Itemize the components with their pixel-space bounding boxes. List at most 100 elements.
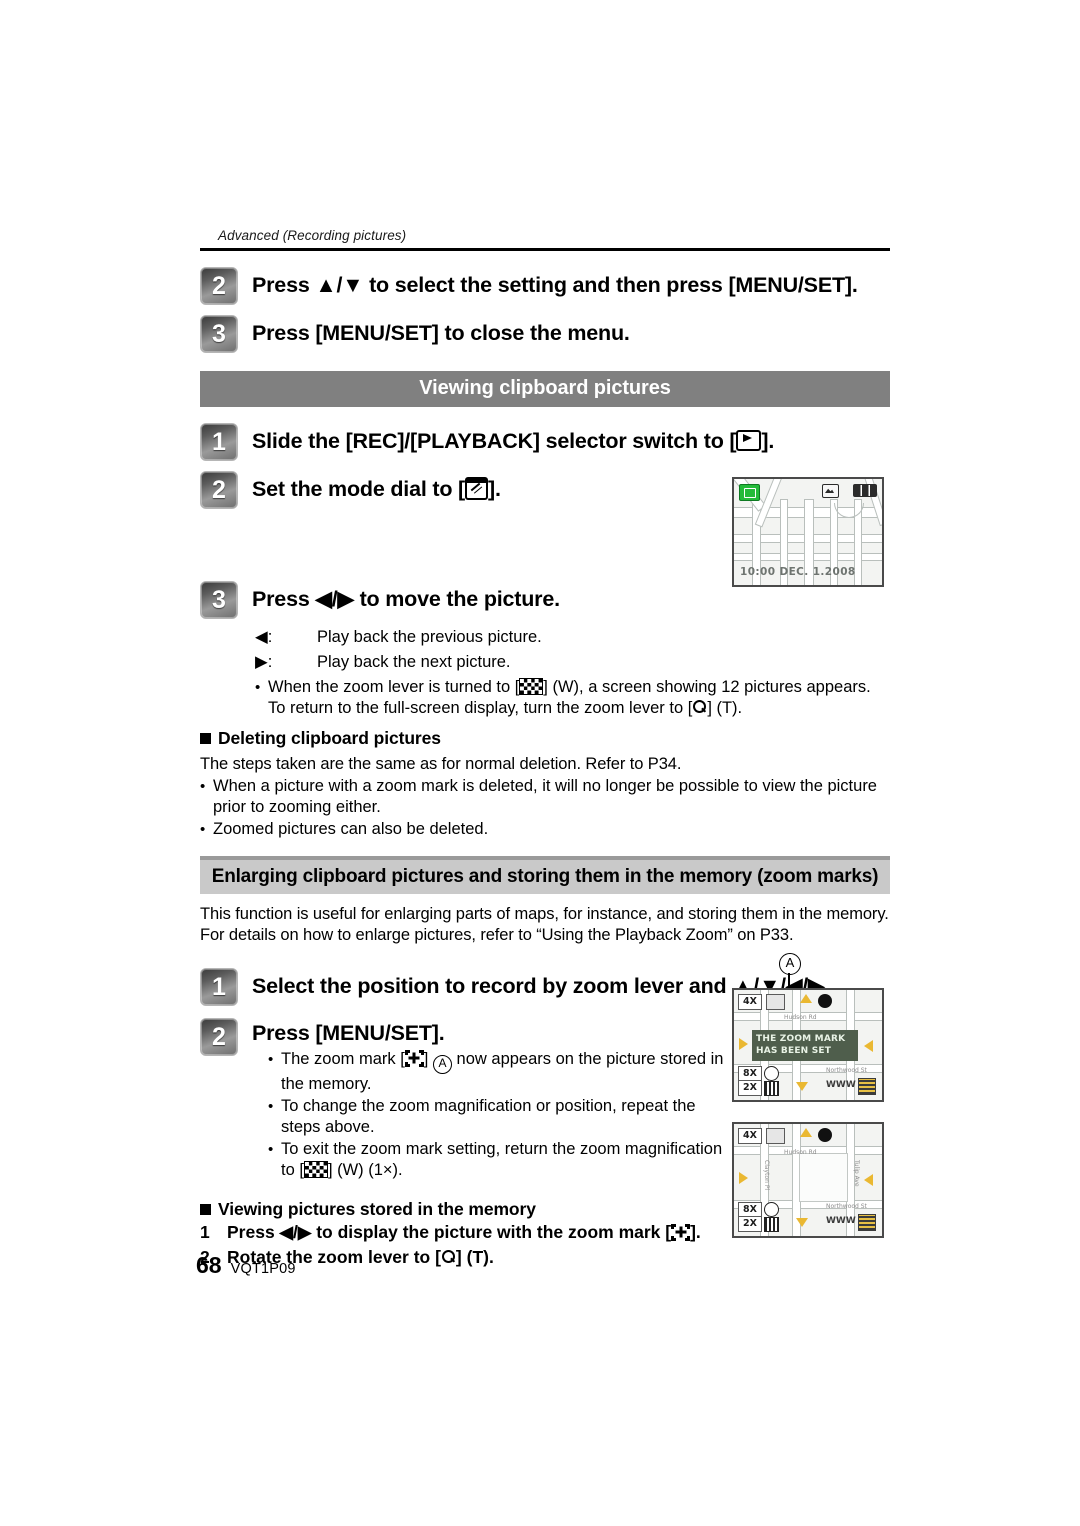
step-text-top-3: Press [MENU/SET] to close the menu. [252, 320, 630, 345]
map-block [799, 1153, 848, 1202]
page-content: Advanced (Recording pictures) 2 Press ▲/… [200, 228, 890, 1270]
section-bar-viewing-clipboard: Viewing clipboard pictures [200, 370, 890, 407]
step-text-viewing-2: Set the mode dial to []. [252, 471, 501, 507]
memory-list-number-1: 1 [200, 1221, 210, 1242]
street-label-left: Clayton Pl [763, 1160, 770, 1191]
step-badge-3: 3 [200, 314, 238, 353]
enlarging-bullet-1: • The zoom mark [] A now appears on the … [268, 1049, 738, 1095]
running-head: Advanced (Recording pictures) [218, 228, 407, 243]
zoom-level-4x-indicator: 4X [738, 1128, 762, 1144]
step-text-viewing-3-prefix: Press [252, 586, 316, 611]
enlarging-bullet-list: • The zoom mark [] A now appears on the … [268, 1049, 738, 1181]
enlarging-bullet-1-text: The zoom mark [] A now appears on the pi… [281, 1049, 738, 1095]
street-label-top: Hudson Rd [784, 1149, 817, 1156]
direction-marker-icon [800, 994, 812, 1003]
zoom-level-8x-indicator: 8X [738, 1066, 762, 1081]
callout-label-a: A [779, 953, 801, 975]
step-text-top-2: Press ▲/▼ to select the setting and then… [252, 267, 858, 303]
zoom-mark-icon [404, 1049, 424, 1067]
key-row-next: ▶: Play back the next picture. [255, 650, 890, 675]
step-text-viewing-3-suffix: to move the picture. [353, 586, 560, 611]
step-badge-viewing-1: 1 [200, 422, 238, 461]
subheading-deleting-label: Deleting clipboard pictures [218, 727, 441, 748]
map-www-label: WWW [826, 1216, 856, 1226]
step-row-viewing-1: 1 Slide the [REC]/[PLAYBACK] selector sw… [200, 422, 890, 461]
step-badge-viewing-3: 3 [200, 580, 238, 619]
zoom-mark-screen-icon [766, 1128, 785, 1144]
street-label-right: Northwood St [826, 1067, 867, 1074]
section-bar-viewing-clipboard-label: Viewing clipboard pictures [419, 377, 671, 399]
enlarging-b1-part2: ] [423, 1049, 433, 1068]
page-footer: 68 VQT1P09 [196, 1252, 296, 1279]
direction-marker-icon [739, 1172, 748, 1184]
step-text-viewing-3: Press ◀/▶ to move the picture. [252, 581, 560, 617]
multi-thumbnail-screen-icon [764, 1217, 779, 1232]
magnify-icon [441, 1249, 456, 1266]
playback-icon [736, 429, 762, 451]
key-row-previous: ◀: Play back the previous picture. [255, 625, 890, 650]
zoom-level-2x-indicator: 2X [738, 1216, 762, 1232]
direction-marker-icon [739, 1038, 748, 1050]
zoom-mark-icon [671, 1223, 691, 1241]
picture-mode-icon [822, 484, 839, 498]
key-right-arrow: ▶: [255, 652, 273, 671]
key-right-desc: Play back the next picture. [317, 652, 511, 671]
memory-item1-prefix: Press [227, 1221, 280, 1242]
enlarging-b1-part1: The zoom mark [ [281, 1049, 405, 1068]
enlarging-bullet-2: • To change the zoom magnification or po… [268, 1096, 738, 1138]
magnify-icon [692, 699, 707, 716]
step-text-prefix: Press [252, 272, 316, 297]
step-row-top-3: 3 Press [MENU/SET] to close the menu. [200, 314, 890, 353]
subheading-deleting: Deleting clipboard pictures [200, 728, 890, 749]
step-text-viewing-1-suffix: ]. [761, 428, 775, 453]
footer-page-number: 68 [196, 1252, 222, 1278]
zoom-level-4x-indicator: 4X [738, 994, 762, 1010]
deleting-bullet-2: • Zoomed pictures can also be deleted. [200, 819, 890, 840]
street-label-top: Hudson Rd [784, 1014, 817, 1021]
enlarging-paragraph: This function is useful for enlarging pa… [200, 904, 889, 944]
direction-marker-icon [800, 1128, 812, 1137]
street-label-right-vertical: Tulip Ave [853, 1160, 860, 1187]
street-label-right: Northwood St [826, 1203, 867, 1210]
bullet-dot: • [268, 1050, 274, 1068]
zoom-mark-set-screen: 4X Hudson Rd THE ZOOM MARK HAS BEEN SET … [732, 988, 884, 1102]
memory-list-item-2: 2 Rotate the zoom lever to [] (T). [200, 1245, 890, 1270]
zoom-mark-view-screen: 4X Hudson Rd Clayton Pl Tulip Ave 8X 2X … [732, 1122, 884, 1238]
square-bullet-icon [200, 1203, 211, 1215]
key-left-desc: Play back the previous picture. [317, 627, 542, 646]
step-text-suffix: to select the setting and then press [ME… [363, 272, 858, 297]
position-marker-icon [818, 1128, 832, 1142]
position-marker-icon [818, 994, 832, 1008]
multi-thumbnail-icon [519, 677, 544, 695]
bullet-dot: • [200, 777, 206, 795]
enlarging-bullet-2-text: To change the zoom magnification or posi… [281, 1096, 696, 1136]
bullet-dot: • [268, 1140, 274, 1158]
step-badge-2: 2 [200, 266, 238, 305]
bullet-zoom-part3: ] (T). [707, 698, 743, 717]
memory-item2-suffix: ] (T). [455, 1246, 494, 1267]
bullet-zoom-lever-text: When the zoom lever is turned to [] (W),… [268, 677, 890, 719]
callout-a-icon: A [432, 1054, 452, 1074]
leftright-arrows: ◀/▶ [315, 586, 354, 611]
footer-document-code: VQT1P09 [230, 1261, 296, 1277]
step-badge-enlarging-1: 1 [200, 967, 238, 1006]
magnify-screen-icon [764, 1202, 779, 1217]
zoom-mark-screen-icon [766, 994, 785, 1010]
battery-icon [853, 484, 877, 497]
map-landmark-block [858, 1214, 876, 1231]
enlarging-b3-part2: ] (W) (1×). [327, 1160, 403, 1179]
updown-arrows: ▲/▼ [315, 272, 364, 297]
square-bullet-icon [200, 732, 211, 744]
zoom-level-8x-indicator: 8X [738, 1202, 762, 1217]
memory-item1-mid: to display the picture with the zoom mar… [311, 1221, 672, 1242]
bullet-dot: • [268, 1097, 274, 1115]
playback-key-list: ◀: Play back the previous picture. ▶: Pl… [255, 625, 890, 719]
clipboard-mode-indicator-icon [739, 484, 760, 501]
enlarging-bullet-3-text: To exit the zoom mark setting, return th… [281, 1139, 738, 1181]
direction-marker-icon [864, 1040, 873, 1052]
deleting-bullet-2-text: Zoomed pictures can also be deleted. [213, 819, 489, 838]
zoom-mark-message: THE ZOOM MARK HAS BEEN SET [752, 1030, 858, 1061]
step-text-viewing-2-suffix: ]. [488, 476, 501, 501]
section-bar-enlarging: Enlarging clipboard pictures and storing… [200, 855, 890, 894]
deleting-bullet-1-text: When a picture with a zoom mark is delet… [213, 776, 877, 816]
